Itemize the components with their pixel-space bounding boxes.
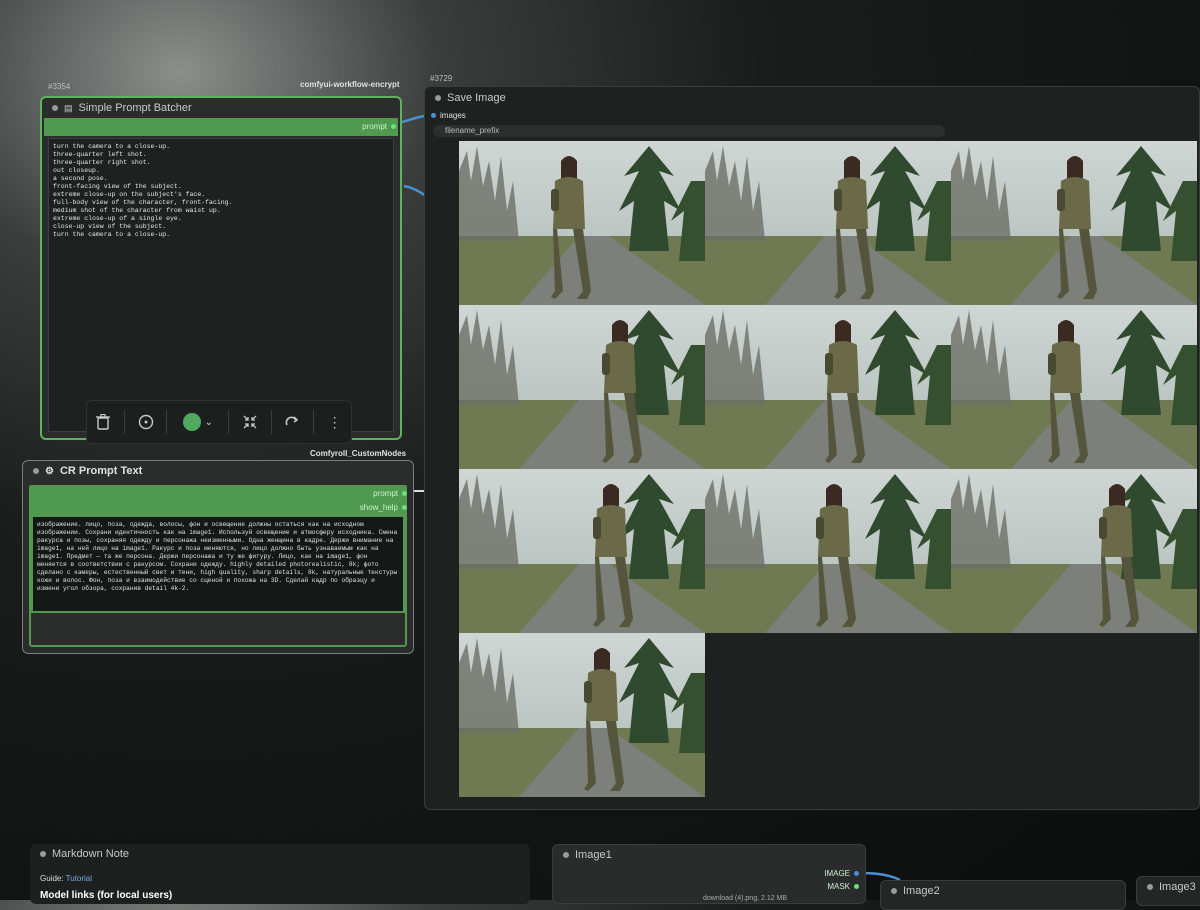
image3-title-bar[interactable]: Image3 <box>1137 877 1200 897</box>
batcher-node-id: #3354 <box>48 82 71 91</box>
md-title-bar[interactable]: Markdown Note <box>30 844 530 864</box>
preview-image[interactable] <box>459 305 705 469</box>
batcher-prompt-textarea[interactable]: turn the camera to a close-up. three-quar… <box>48 138 394 432</box>
delete-icon[interactable] <box>91 410 115 434</box>
collapse-dot-icon[interactable] <box>435 95 441 101</box>
md-heading: Model links (for local users) <box>40 890 173 901</box>
cr-prompt-text-node[interactable]: ⚙ CR Prompt Text prompt show_help изобра… <box>22 460 414 654</box>
collapse-dot-icon[interactable] <box>891 888 897 894</box>
preview-image[interactable] <box>951 469 1197 633</box>
redo-icon[interactable] <box>280 410 304 434</box>
gear-icon: ⚙ <box>45 465 54 477</box>
save-node-id: #3729 <box>430 74 453 83</box>
cr-output-prompt-label: prompt <box>373 489 398 498</box>
preview-image[interactable] <box>951 141 1197 305</box>
collapse-icon[interactable] <box>238 410 262 434</box>
batcher-prompt-line: extreme close-up on the subject's face. <box>53 191 206 198</box>
node-toolbar: ⌄ ⋮ <box>86 400 352 444</box>
batcher-source-badge: comfyui-workflow-encrypt <box>300 80 400 89</box>
toolbar-divider <box>123 410 125 434</box>
preview-image[interactable] <box>705 469 951 633</box>
save-input-label: images <box>440 111 466 120</box>
batcher-prompt-line: turn the camera to a close-up. <box>53 231 171 238</box>
save-input-images[interactable]: images <box>431 111 466 120</box>
preview-image[interactable] <box>705 305 951 469</box>
preview-image[interactable] <box>459 141 705 305</box>
image1-title-bar[interactable]: Image1 <box>553 845 865 865</box>
filename-prefix-widget[interactable]: filename_prefix <box>433 125 945 137</box>
chevron-down-icon: ⌄ <box>204 416 213 428</box>
collapse-dot-icon[interactable] <box>33 468 39 474</box>
image1-file-widget[interactable]: download (4).png, 2.12 MB <box>703 895 787 902</box>
image1-node[interactable]: Image1 IMAGE MASK download (4).png, 2.12… <box>552 844 866 904</box>
collapse-dot-icon[interactable] <box>40 851 46 857</box>
image3-title: Image3 <box>1159 881 1196 893</box>
cr-output-help[interactable]: show_help <box>360 503 407 512</box>
image1-out-mask-label: MASK <box>827 882 850 891</box>
document-icon: ▤ <box>64 102 73 113</box>
output-socket-icon[interactable] <box>391 124 396 129</box>
batcher-prompt-line: medium shot of the character from waist … <box>53 207 221 214</box>
filename-prefix-label: filename_prefix <box>445 126 500 135</box>
cr-title: CR Prompt Text <box>59 465 143 477</box>
image1-out-image-label: IMAGE <box>824 869 850 878</box>
batcher-title-bar[interactable]: ▤ Simple Prompt Batcher <box>42 98 400 118</box>
batcher-prompt-line: full-body view of the character, front-f… <box>53 199 233 206</box>
output-socket-icon[interactable] <box>854 884 859 889</box>
batcher-prompt-line: three-quarter left shot. <box>53 151 147 158</box>
collapse-dot-icon[interactable] <box>563 852 569 858</box>
batcher-prompt-line: extreme close-up of a single eye. <box>53 215 182 222</box>
batcher-output-prompt[interactable]: prompt <box>362 122 396 131</box>
cr-prompt-textarea[interactable]: изображение. лицо, поза, одежда, волосы,… <box>33 517 403 611</box>
image1-title: Image1 <box>575 849 612 861</box>
batcher-prompt-line: a second pose. <box>53 175 108 182</box>
collapse-dot-icon[interactable] <box>52 105 58 111</box>
cr-source-badge: Comfyroll_CustomNodes <box>310 449 407 458</box>
image2-node[interactable]: Image2 <box>880 880 1126 910</box>
image1-output-mask[interactable]: MASK <box>827 882 859 891</box>
toolbar-divider <box>312 410 314 434</box>
toolbar-divider <box>270 410 272 434</box>
image1-output-image[interactable]: IMAGE <box>824 869 859 878</box>
output-socket-icon[interactable] <box>402 505 407 510</box>
batcher-prompt-line: close-up view of the subject. <box>53 223 167 230</box>
save-image-node[interactable]: Save Image images filename_prefix <box>424 86 1200 810</box>
preview-image[interactable] <box>951 305 1197 469</box>
batcher-output-bar <box>44 118 398 136</box>
toolbar-divider <box>228 410 230 434</box>
batcher-prompt-line: front-facing view of the subject. <box>53 183 182 190</box>
batcher-prompt-line: three-quarter right shot. <box>53 159 151 166</box>
color-swatch <box>182 413 201 431</box>
toolbar-divider <box>166 410 168 434</box>
more-icon[interactable]: ⋮ <box>323 410 347 434</box>
save-title: Save Image <box>447 92 506 104</box>
md-guide-label: Guide: <box>40 874 64 883</box>
collapse-dot-icon[interactable] <box>1147 884 1153 890</box>
batcher-prompt-line: out closeup. <box>53 167 100 174</box>
preview-image[interactable] <box>459 469 705 633</box>
preview-image[interactable] <box>459 633 705 797</box>
batcher-output-label: prompt <box>362 122 387 131</box>
cr-title-bar[interactable]: ⚙ CR Prompt Text <box>23 461 413 481</box>
simple-prompt-batcher-node[interactable]: ▤ Simple Prompt Batcher prompt turn the … <box>40 96 402 440</box>
batcher-title: Simple Prompt Batcher <box>78 102 192 114</box>
save-title-bar[interactable]: Save Image <box>425 87 1199 109</box>
md-guide-link[interactable]: Tutorial <box>66 874 92 883</box>
image3-node[interactable]: Image3 <box>1136 876 1200 906</box>
image2-title-bar[interactable]: Image2 <box>881 881 1125 901</box>
output-socket-icon[interactable] <box>854 871 859 876</box>
image2-title: Image2 <box>903 885 940 897</box>
cr-output-prompt[interactable]: prompt <box>373 489 407 498</box>
md-title: Markdown Note <box>52 848 130 860</box>
batcher-prompt-line: turn the camera to a close-up. <box>53 143 171 150</box>
color-picker-button[interactable]: ⌄ <box>176 410 220 434</box>
preview-image[interactable] <box>705 141 951 305</box>
md-guide-line: Guide: Tutorial <box>40 874 92 883</box>
image-preview-grid <box>459 141 1200 805</box>
info-icon[interactable] <box>134 410 158 434</box>
markdown-note-node[interactable]: Markdown Note Guide: Tutorial Model link… <box>30 844 530 904</box>
cr-output-help-label: show_help <box>359 503 398 512</box>
output-socket-icon[interactable] <box>402 491 407 496</box>
input-socket-icon[interactable] <box>431 113 436 118</box>
